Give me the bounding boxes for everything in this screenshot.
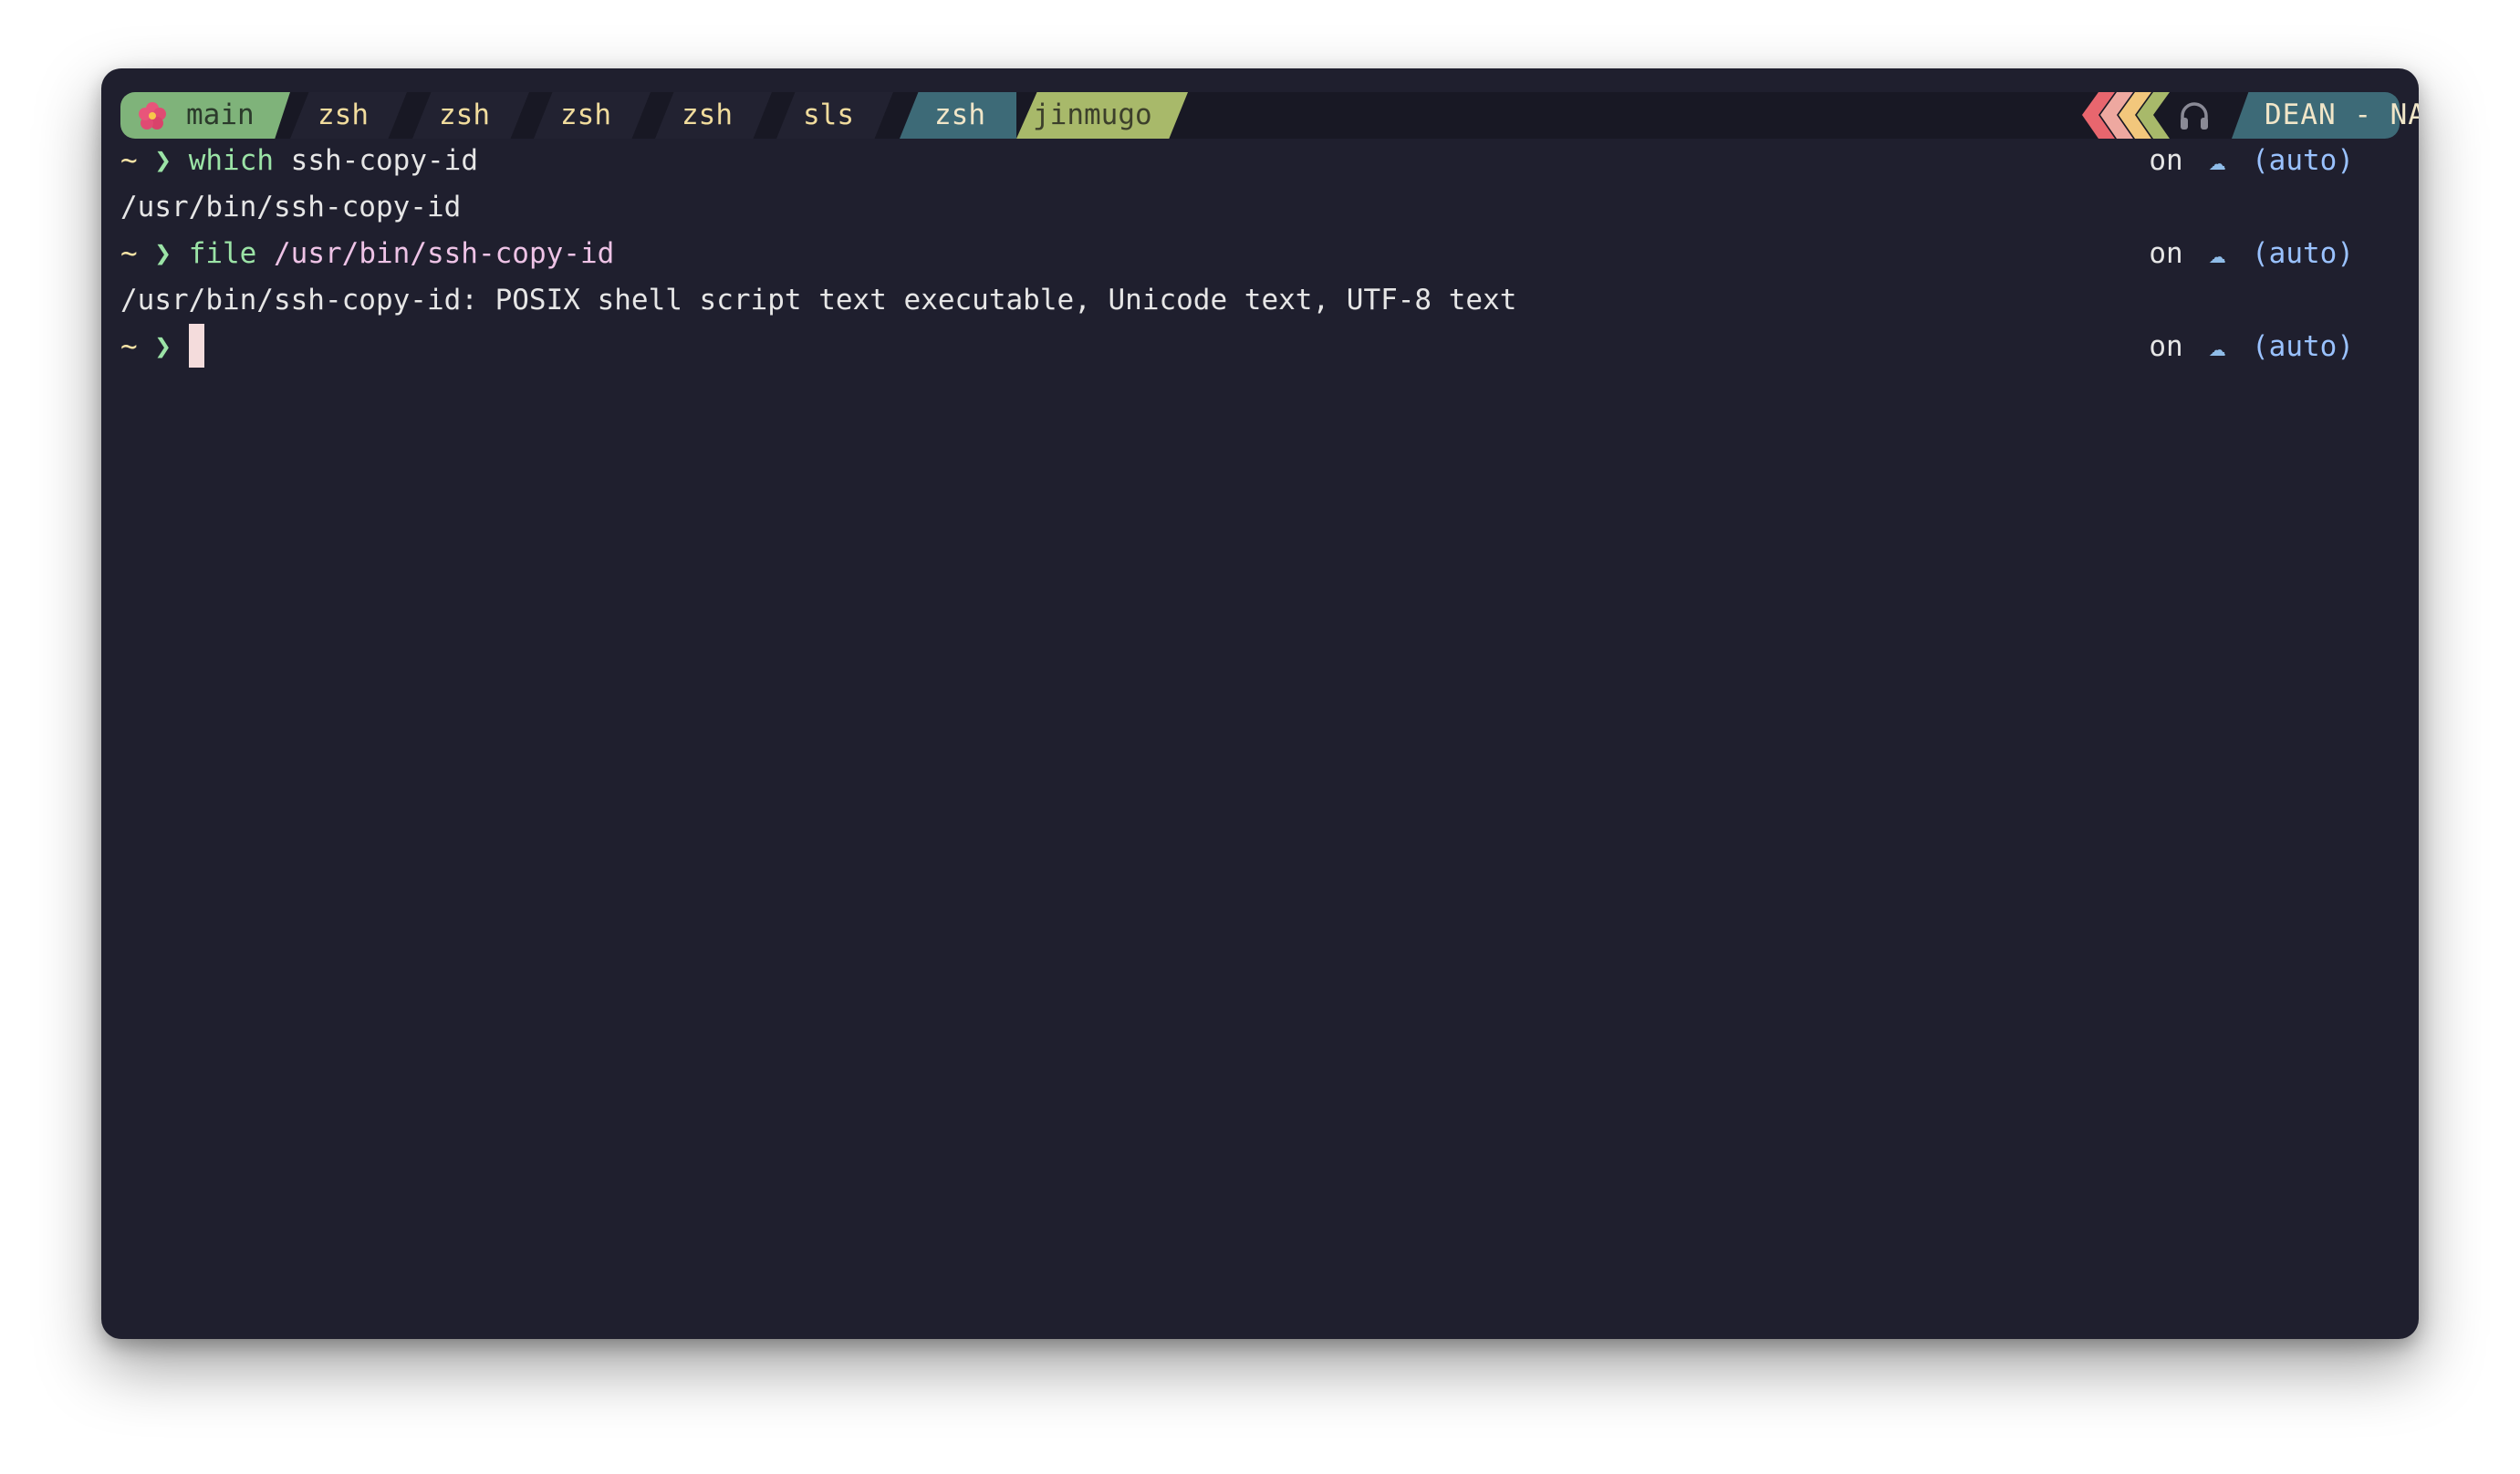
command-line: ~ ❯ which ssh-copy-id <box>120 138 478 184</box>
right-prompt: on ☁ (auto) <box>2149 324 2354 370</box>
session-label: DEAN - NASA <box>2232 92 2419 139</box>
tab-jinmugo[interactable]: jinmugo <box>1016 92 1188 139</box>
headphones-icon <box>2181 102 2208 130</box>
tab-sls[interactable]: sls <box>776 92 893 139</box>
terminal-window[interactable]: main zsh zsh zsh zsh sls zsh jinmugo DEA… <box>101 68 2419 1339</box>
prompt-dir: ~ <box>120 237 138 270</box>
rprompt-on: on <box>2149 144 2183 177</box>
tab-zsh-4[interactable]: zsh <box>655 92 772 139</box>
status-bar: main zsh zsh zsh zsh sls zsh jinmugo DEA… <box>120 92 2419 139</box>
command-line: ~ ❯ file /usr/bin/ssh-copy-id <box>120 231 614 277</box>
prompt-arrow: ❯ <box>154 237 172 270</box>
tab-label: jinmugo <box>1033 99 1152 131</box>
tab-label: zsh <box>560 99 611 131</box>
text-cursor[interactable] <box>188 323 204 368</box>
command-name: which <box>188 144 275 177</box>
chevrons-left-icon <box>2082 92 2170 139</box>
command-line-active[interactable]: ~ ❯ <box>120 323 204 370</box>
prompt-arrow: ❯ <box>154 330 172 363</box>
command-output: /usr/bin/ssh-copy-id <box>120 191 462 223</box>
tab-label: zsh <box>682 99 733 131</box>
tab-label: zsh <box>439 99 490 131</box>
tab-main[interactable]: main <box>120 92 290 139</box>
rprompt-context: (auto) <box>2252 330 2354 363</box>
session-name: DEAN - NASA <box>2265 99 2419 131</box>
rprompt-on: on <box>2149 330 2183 363</box>
tab-zsh-1[interactable]: zsh <box>290 92 407 139</box>
rprompt-context: (auto) <box>2252 237 2354 270</box>
right-prompt: on ☁ (auto) <box>2149 231 2354 277</box>
tab-zsh-3[interactable]: zsh <box>534 92 651 139</box>
prompt-dir: ~ <box>120 144 138 177</box>
cloud-icon: ☁ <box>2209 237 2226 270</box>
hibiscus-icon <box>139 102 166 130</box>
right-prompt: on ☁ (auto) <box>2149 138 2354 184</box>
tab-label: sls <box>803 99 854 131</box>
rprompt-on: on <box>2149 237 2183 270</box>
prompt-dir: ~ <box>120 330 138 363</box>
tab-label: zsh <box>318 99 369 131</box>
tab-zsh-2[interactable]: zsh <box>412 92 529 139</box>
command-output: /usr/bin/ssh-copy-id: POSIX shell script… <box>120 284 1517 317</box>
command-args: /usr/bin/ssh-copy-id <box>256 237 615 270</box>
tab-label: zsh <box>934 99 985 131</box>
command-args: ssh-copy-id <box>274 144 478 177</box>
cloud-icon: ☁ <box>2209 330 2226 363</box>
rprompt-context: (auto) <box>2252 144 2354 177</box>
command-name: file <box>188 237 257 270</box>
prompt-arrow: ❯ <box>154 144 172 177</box>
tab-label: main <box>186 99 255 131</box>
cloud-icon: ☁ <box>2209 144 2226 177</box>
tab-zsh-active[interactable]: zsh <box>900 92 1016 139</box>
